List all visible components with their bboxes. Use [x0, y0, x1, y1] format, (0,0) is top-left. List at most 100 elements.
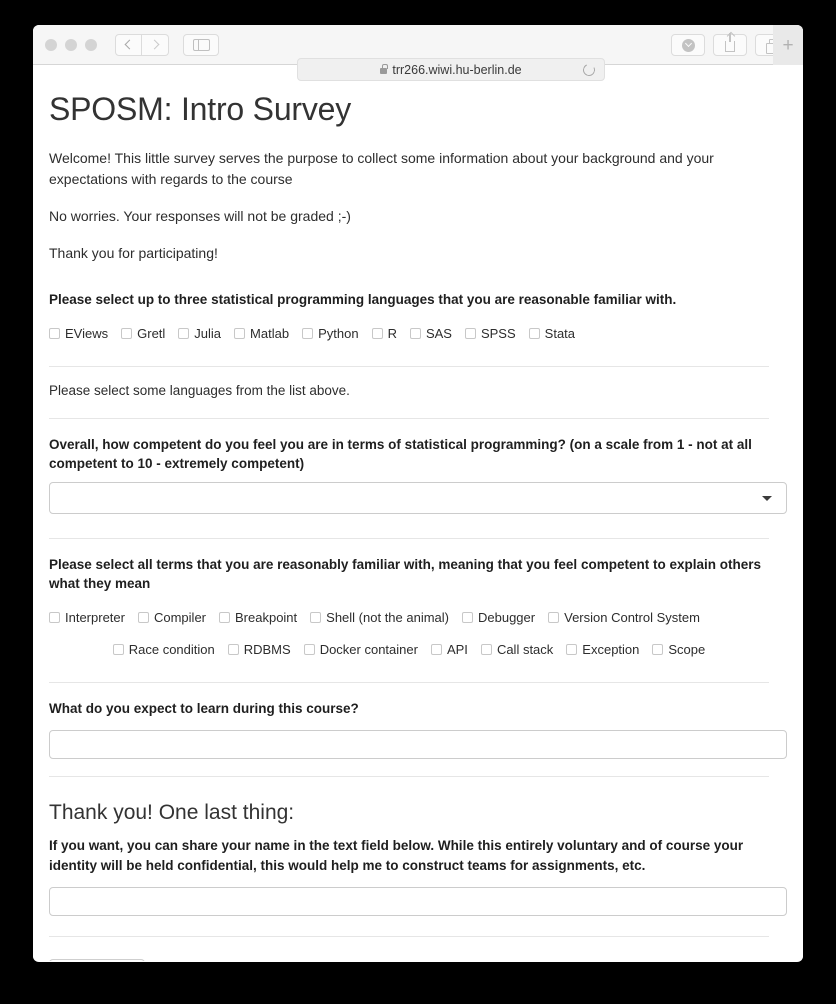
checkbox-option[interactable]: Interpreter: [49, 602, 125, 634]
checkbox-icon[interactable]: [462, 612, 473, 624]
address-bar[interactable]: trr266.wiwi.hu-berlin.de: [297, 58, 605, 81]
checkbox-option[interactable]: Race condition: [112, 634, 215, 666]
checkbox-label: SPSS: [480, 325, 516, 341]
checkbox-label: Debugger: [478, 610, 536, 626]
checkbox-icon[interactable]: [303, 644, 315, 656]
checkbox-option[interactable]: Version Control System: [548, 602, 700, 634]
name-input[interactable]: [49, 887, 787, 917]
chevron-left-icon: [124, 39, 135, 50]
divider: [49, 936, 769, 938]
checkbox-icon[interactable]: [480, 644, 492, 656]
checkbox-label: Version Control System: [564, 610, 700, 626]
competence-select[interactable]: [49, 481, 787, 514]
lock-icon: [380, 63, 388, 74]
intro-paragraph-1: Welcome! This little survey serves the p…: [49, 150, 714, 187]
checkbox-label: Call stack: [496, 642, 554, 658]
checkbox-icon[interactable]: [430, 644, 442, 656]
chevron-down-icon: [762, 495, 772, 501]
expectation-input[interactable]: [49, 730, 787, 760]
checkbox-icon[interactable]: [121, 327, 133, 339]
checkbox-label: API: [446, 642, 468, 658]
intro-paragraph-2: No worries. Your responses will not be g…: [49, 208, 351, 224]
final-section: Thank you! One last thing: If you want, …: [49, 801, 787, 917]
checkbox-icon[interactable]: [371, 327, 383, 339]
sidebar-toggle-button[interactable]: [183, 33, 219, 56]
languages-checkbox-group: EViews Gretl Julia Matlab Python R SAS SPSS Stat…: [49, 318, 769, 350]
checkbox-icon[interactable]: [234, 327, 246, 339]
checkbox-option[interactable]: Matlab: [234, 318, 289, 350]
expectation-question-label: What do you expect to learn during this …: [49, 700, 359, 716]
checkbox-option[interactable]: Stata: [528, 318, 576, 350]
checkbox-icon[interactable]: [310, 612, 322, 624]
checkbox-option[interactable]: Shell (not the animal): [310, 602, 449, 634]
checkbox-option[interactable]: Call stack: [480, 634, 554, 666]
checkbox-option[interactable]: RDBMS: [227, 634, 291, 666]
checkbox-icon[interactable]: [566, 644, 578, 656]
competence-question: Overall, how competent do you feel you a…: [49, 435, 787, 514]
checkbox-option[interactable]: Compiler: [137, 602, 206, 634]
checkbox-option[interactable]: Scope: [652, 634, 705, 666]
checkbox-option[interactable]: SAS: [409, 318, 452, 350]
divider: [49, 776, 769, 778]
checkbox-option[interactable]: Breakpoint: [219, 602, 297, 634]
checkbox-option[interactable]: Gretl: [121, 318, 165, 350]
checkbox-icon[interactable]: [464, 327, 476, 339]
close-window-button[interactable]: [45, 38, 57, 51]
checkbox-option[interactable]: SPSS: [464, 318, 516, 350]
reload-icon[interactable]: [581, 62, 597, 78]
back-button[interactable]: [115, 33, 142, 56]
terms-checkbox-group-row2: Race condition RDBMS Docker container API Ca…: [49, 634, 769, 666]
minimize-window-button[interactable]: [65, 38, 77, 51]
checkbox-option[interactable]: Debugger: [462, 602, 535, 634]
downloads-button[interactable]: [671, 34, 705, 56]
checkbox-label: Compiler: [153, 610, 206, 626]
share-button[interactable]: [713, 32, 747, 56]
checkbox-label: Race condition: [128, 642, 215, 658]
checkbox-option[interactable]: R: [371, 318, 397, 350]
checkbox-icon[interactable]: [219, 612, 230, 624]
checkbox-label: SAS: [425, 325, 452, 341]
divider: [49, 365, 769, 367]
page-title: SPOSM: Intro Survey: [49, 91, 352, 127]
checkbox-option[interactable]: Julia: [178, 318, 221, 350]
checkbox-icon[interactable]: [302, 327, 314, 339]
checkbox-icon[interactable]: [137, 612, 149, 624]
checkbox-label: Matlab: [250, 325, 290, 341]
competence-question-label: Overall, how competent do you feel you a…: [49, 436, 752, 472]
forward-button[interactable]: [142, 33, 169, 56]
checkbox-icon[interactable]: [409, 327, 421, 339]
new-tab-button[interactable]: +: [773, 25, 803, 65]
checkbox-label: RDBMS: [243, 642, 291, 658]
final-section-description: If you want, you can share your name in …: [49, 838, 744, 873]
url-text: trr266.wiwi.hu-berlin.de: [392, 62, 522, 77]
checkbox-option[interactable]: Exception: [566, 634, 639, 666]
checkbox-option[interactable]: Python: [302, 318, 359, 350]
checkbox-option[interactable]: API: [430, 634, 468, 666]
checkbox-label: Gretl: [137, 325, 166, 341]
toolbar-right-group: [671, 32, 789, 56]
page-content: SPOSM: Intro Survey Welcome! This little…: [33, 65, 803, 961]
chevron-right-icon: [149, 39, 159, 50]
checkbox-label: Stata: [544, 325, 576, 341]
checkbox-label: Julia: [194, 325, 222, 341]
checkbox-icon[interactable]: [652, 644, 664, 656]
downloads-icon: [681, 38, 695, 52]
checkbox-icon[interactable]: [49, 612, 60, 624]
checkbox-icon[interactable]: [49, 327, 60, 339]
checkbox-icon[interactable]: [227, 644, 239, 656]
checkbox-label: Scope: [668, 642, 706, 658]
maximize-window-button[interactable]: [85, 38, 97, 51]
submit-button[interactable]: I am done!: [49, 959, 145, 961]
checkbox-icon[interactable]: [548, 612, 560, 624]
checkbox-option[interactable]: EViews: [49, 318, 108, 350]
intro-paragraph-3: Thank you for participating!: [49, 245, 218, 261]
browser-window: trr266.wiwi.hu-berlin.de + SPOSM: Intro …: [33, 25, 803, 962]
checkbox-icon[interactable]: [528, 327, 540, 339]
languages-hint: Please select some languages from the li…: [49, 382, 350, 398]
checkbox-icon[interactable]: [112, 644, 124, 656]
checkbox-option[interactable]: Docker container: [303, 634, 418, 666]
checkbox-label: Python: [318, 325, 359, 341]
checkbox-icon[interactable]: [178, 327, 190, 339]
checkbox-label: Exception: [582, 642, 640, 658]
checkbox-label: Breakpoint: [235, 610, 298, 626]
